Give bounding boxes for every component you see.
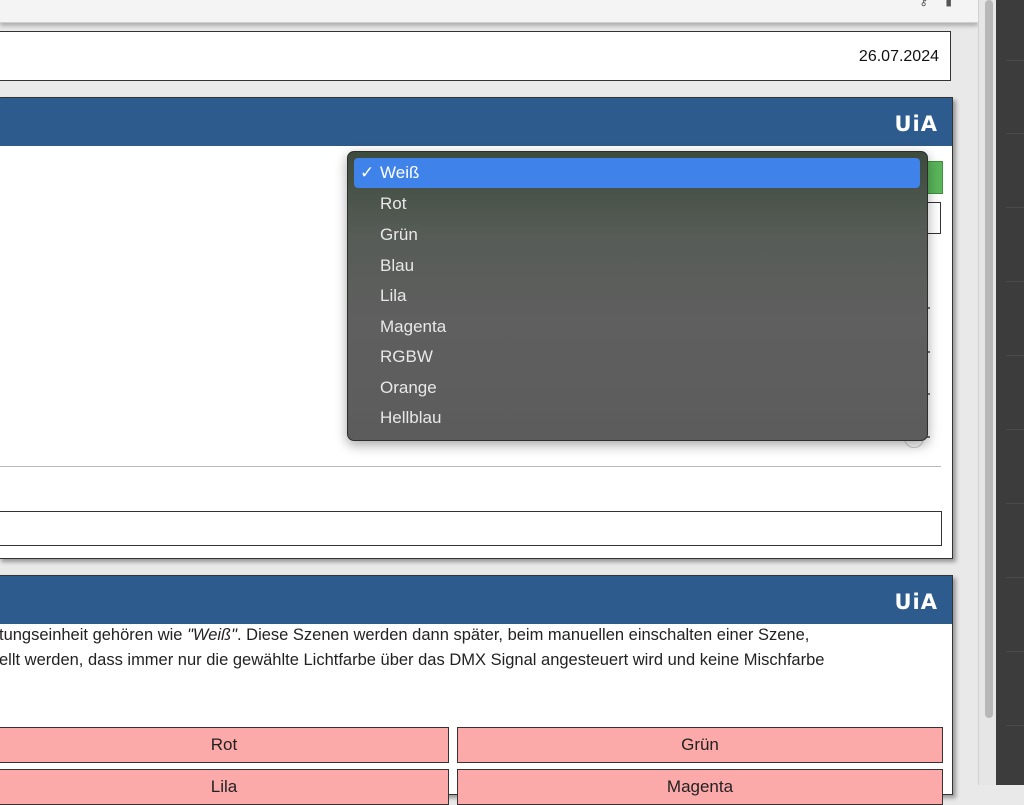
scrollbar-thumb[interactable]: [985, 0, 993, 718]
checkmark-icon: ✓: [360, 163, 375, 182]
color-button-green[interactable]: Grün: [457, 727, 943, 763]
uia-logo: UiA: [894, 112, 938, 136]
light-color-panel: UiA tungseinheit gehören wie "Weiß". Die…: [0, 575, 953, 805]
uia-logo: UiA: [894, 590, 938, 614]
dropdown-option[interactable]: Magenta: [380, 317, 446, 337]
current-date: 26.07.2024: [858, 48, 939, 65]
browser-top-bar: ⚷ ▮: [0, 0, 978, 23]
color-button-red[interactable]: Rot: [0, 727, 449, 763]
text-input[interactable]: [0, 511, 942, 546]
key-icon[interactable]: ⚷: [919, 0, 928, 8]
panel-header: UiA: [0, 576, 952, 624]
date-bar: 26.07.2024: [0, 31, 951, 81]
dropdown-option[interactable]: RGBW: [380, 347, 433, 367]
divider: [0, 466, 941, 467]
color-button-magenta[interactable]: Magenta: [457, 769, 943, 805]
dropdown-option[interactable]: Blau: [380, 256, 414, 276]
panel-header: UiA: [0, 98, 952, 146]
dropdown-option-selected[interactable]: ✓ Weiß: [354, 158, 920, 188]
dropdown-option[interactable]: Grün: [380, 225, 418, 245]
trash-icon[interactable]: ▮: [945, 0, 952, 8]
side-panel: [996, 0, 1024, 785]
dropdown-option[interactable]: Hellblau: [380, 408, 441, 428]
dropdown-option[interactable]: Orange: [380, 378, 437, 398]
description-text: tungseinheit gehören wie "Weiß". Diese S…: [0, 626, 825, 669]
dropdown-option[interactable]: Lila: [380, 286, 406, 306]
color-dropdown-menu[interactable]: ✓ Weiß Rot Grün Blau Lila Magenta RGBW O…: [347, 151, 928, 441]
dropdown-option[interactable]: Rot: [380, 194, 406, 214]
color-button-purple[interactable]: Lila: [0, 769, 449, 805]
